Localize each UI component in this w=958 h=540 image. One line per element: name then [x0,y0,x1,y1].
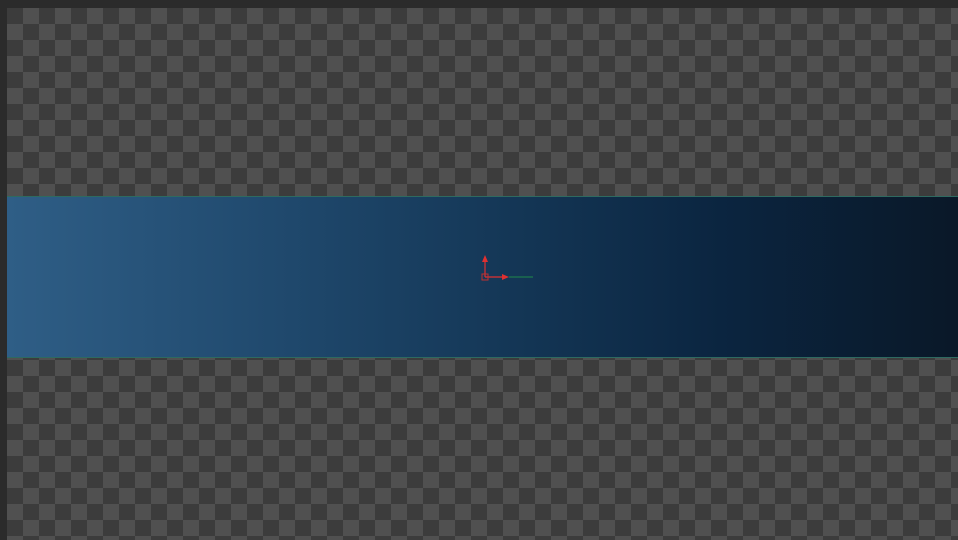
x-axis-arrow-icon[interactable] [502,274,509,280]
y-axis-arrow-icon[interactable] [482,255,488,262]
viewer-panel [0,0,958,540]
transform-axes-icon[interactable] [473,247,533,287]
